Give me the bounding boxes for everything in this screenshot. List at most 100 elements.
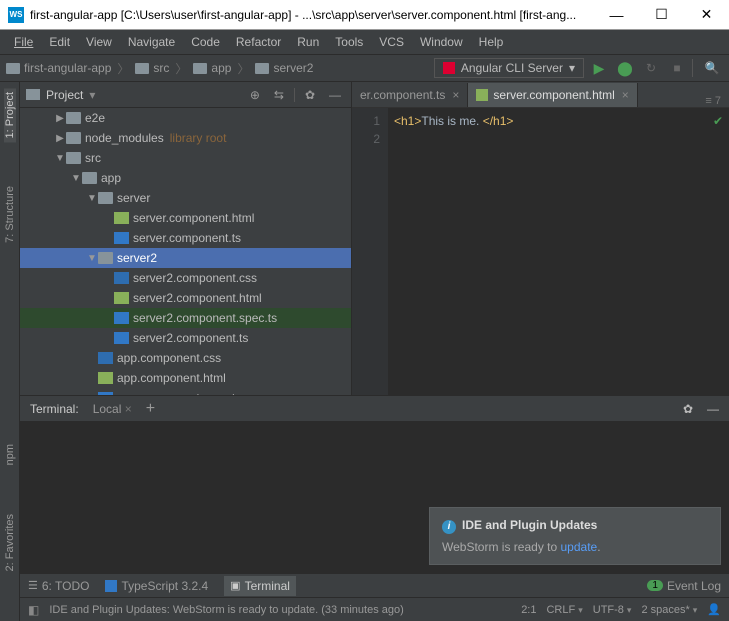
menu-navigate[interactable]: Navigate [120,33,183,51]
menu-code[interactable]: Code [183,33,228,51]
window-title: first-angular-app [C:\Users\user\first-a… [30,8,594,22]
menu-file[interactable]: File [6,33,41,51]
indent[interactable]: 2 spaces* [641,604,697,616]
tree-row[interactable]: server2.component.spec.ts [20,308,351,328]
tab-label: server.component.html [493,88,614,102]
menu-run[interactable]: Run [289,33,327,51]
editor-tab[interactable]: er.component.ts × [352,83,468,107]
terminal-header: Terminal: Local × + ✿ — [20,396,729,422]
close-button[interactable]: ✕ [684,0,729,29]
menu-tools[interactable]: Tools [327,33,371,51]
inspection-ok-icon[interactable]: ✔ [713,114,723,128]
tab-overflow-indicator[interactable]: ≡ 7 [697,95,729,107]
folder-icon [26,89,40,100]
inspection-icon[interactable]: 👤 [707,603,721,616]
webstorm-icon: WS [8,7,24,23]
close-tab-icon[interactable]: × [452,88,459,102]
folder-icon [66,132,81,144]
menu-help[interactable]: Help [471,33,512,51]
typescript-tool[interactable]: TypeScript 3.2.4 [105,579,208,593]
menu-edit[interactable]: Edit [41,33,78,51]
tree-label: server2.component.ts [133,331,248,345]
folder-icon [255,63,269,74]
cursor-position[interactable]: 2:1 [521,604,536,616]
terminal-panel: Terminal: Local × + ✿ — iIDE and Plugin … [20,395,729,573]
breadcrumb-item[interactable]: app [211,61,231,75]
editor-area: er.component.ts × server.component.html … [352,82,729,395]
tree-row[interactable]: server.component.ts [20,228,351,248]
tree-row[interactable]: ▶node_moduleslibrary root [20,128,351,148]
line-ending[interactable]: CRLF [546,604,582,616]
terminal-hide-icon[interactable]: — [707,402,719,416]
breadcrumb-root[interactable]: first-angular-app [24,61,111,75]
tab-label: er.component.ts [360,88,445,102]
tree-row[interactable]: server2.component.css [20,268,351,288]
editor-tab-active[interactable]: server.component.html × [468,83,637,107]
tree-row[interactable]: app.component.spec.ts [20,388,351,395]
minimize-button[interactable]: — [594,0,639,29]
breadcrumb-item[interactable]: server2 [273,61,313,75]
folder-icon [82,172,97,184]
project-panel-title[interactable]: Project [46,88,83,102]
tree-row[interactable]: ▼src [20,148,351,168]
tree-row[interactable]: app.component.css [20,348,351,368]
breadcrumb-item[interactable]: src [153,61,169,75]
folder-icon [98,252,113,264]
debug-button[interactable]: ⬤ [614,57,636,79]
menu-window[interactable]: Window [412,33,471,51]
tool-structure[interactable]: 7: Structure [4,182,16,247]
tree-label: node_modules [85,131,164,145]
project-tree[interactable]: ▶e2e▶node_moduleslibrary root▼src▼app▼se… [20,108,351,395]
locate-icon[interactable]: ⊕ [246,88,264,102]
todo-tool[interactable]: ☰ 6: TODO [28,579,89,593]
event-log-tool[interactable]: 1 Event Log [647,579,721,593]
collapse-icon[interactable]: ⇆ [270,88,288,102]
tree-label: server.component.ts [133,231,241,245]
tree-row[interactable]: app.component.html [20,368,351,388]
terminal-settings-icon[interactable]: ✿ [683,402,693,416]
search-everywhere-button[interactable]: 🔍 [701,57,723,79]
close-tab-icon[interactable]: × [622,88,629,102]
code-body[interactable]: <h1>This is me. </h1> [388,108,729,395]
tree-label: e2e [85,111,105,125]
line-gutter: 1 2 [352,108,388,395]
settings-icon[interactable]: ✿ [301,88,319,102]
project-panel-header: Project ▾ ⊕ ⇆ ✿ — [20,82,351,108]
tree-label: server [117,191,150,205]
update-link[interactable]: update [561,540,598,554]
folder-icon [66,152,81,164]
terminal-add-tab[interactable]: + [146,400,155,418]
tree-row[interactable]: server2.component.html [20,288,351,308]
navigation-bar: first-angular-app 〉 src 〉 app 〉 server2 … [0,54,729,82]
tool-favorites[interactable]: 2: Favorites [4,510,16,575]
tree-label: server2 [117,251,157,265]
encoding[interactable]: UTF-8 [593,604,632,616]
run-config-selector[interactable]: Angular CLI Server ▾ [434,58,584,78]
tree-row[interactable]: server.component.html [20,208,351,228]
run-with-coverage-button[interactable]: ↻ [640,57,662,79]
maximize-button[interactable]: ☐ [639,0,684,29]
tool-npm[interactable]: npm [4,440,16,469]
terminal-tab[interactable]: Local × [93,402,132,416]
folder-icon [66,112,81,124]
run-button[interactable]: ▶ [588,57,610,79]
code-editor[interactable]: 1 2 <h1>This is me. </h1> ✔ [352,108,729,395]
menu-view[interactable]: View [78,33,120,51]
breadcrumb[interactable]: first-angular-app 〉 src 〉 app 〉 server2 [6,60,313,77]
hide-icon[interactable]: — [325,88,345,102]
tree-row[interactable]: server2.component.ts [20,328,351,348]
menu-refactor[interactable]: Refactor [228,33,289,51]
html-icon [114,292,129,304]
tree-row[interactable]: ▼app [20,168,351,188]
tree-row[interactable]: ▼server2 [20,248,351,268]
status-icon[interactable]: ◧ [28,603,39,617]
menu-vcs[interactable]: VCS [371,33,412,51]
run-config-label: Angular CLI Server [461,61,563,75]
stop-button[interactable]: ■ [666,57,688,79]
tree-row[interactable]: ▶e2e [20,108,351,128]
ts-icon [114,312,129,324]
tree-row[interactable]: ▼server [20,188,351,208]
terminal-tool[interactable]: ▣ Terminal [224,576,296,596]
terminal-body[interactable]: iIDE and Plugin Updates WebStorm is read… [20,422,729,573]
tool-project[interactable]: 1: Project [4,88,16,142]
